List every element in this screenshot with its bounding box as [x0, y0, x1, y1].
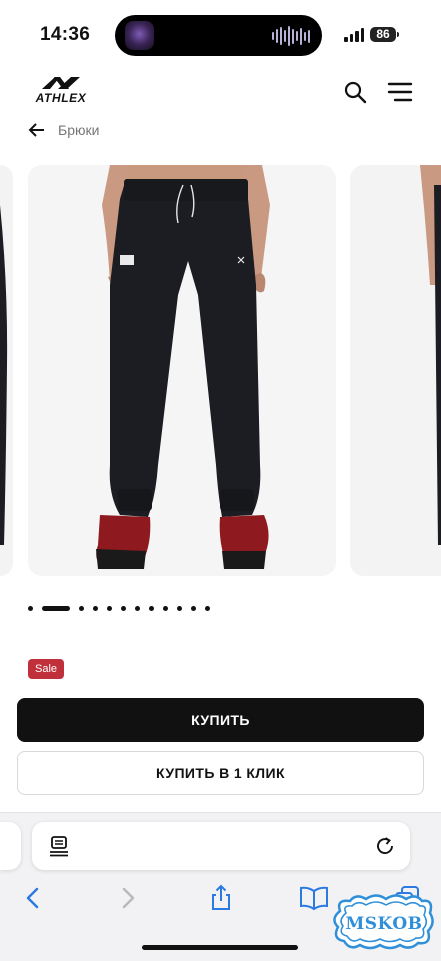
gallery-dot[interactable]	[107, 605, 112, 611]
browser-forward-button[interactable]	[113, 884, 141, 912]
svg-text:MSKOB: MSKOB	[345, 914, 422, 934]
back-button[interactable]	[28, 122, 46, 138]
mskob-stamp-icon: MSKOB	[333, 894, 434, 950]
now-playing-artwork	[125, 21, 154, 50]
product-image-partial	[350, 165, 441, 576]
previous-tab-address-bar[interactable]	[0, 822, 21, 870]
brand-logo[interactable]: ATHLEX	[28, 76, 94, 105]
bookmarks-button[interactable]	[299, 884, 328, 912]
gallery-dot[interactable]	[205, 605, 210, 611]
bookmarks-icon	[300, 886, 328, 911]
product-image[interactable]	[28, 165, 336, 576]
product-image-partial	[0, 205, 8, 545]
search-icon	[344, 81, 367, 104]
gallery-dot[interactable]	[163, 605, 168, 611]
hamburger-menu-icon	[387, 82, 413, 102]
athlex-logo-mark-icon	[42, 77, 80, 89]
watermark-stamp: MSKOB	[332, 893, 436, 951]
menu-button[interactable]	[387, 82, 413, 102]
gallery-pagination[interactable]	[28, 604, 210, 612]
forward-icon	[122, 887, 135, 909]
reload-icon[interactable]	[374, 835, 396, 857]
brand-logo-text: ATHLEX	[35, 91, 87, 105]
battery-nub	[397, 32, 399, 37]
gallery-next-slide[interactable]	[350, 165, 441, 576]
gallery-prev-slide[interactable]	[0, 165, 13, 576]
home-indicator[interactable]	[142, 945, 298, 950]
gallery-dot[interactable]	[191, 605, 196, 611]
audio-waveform-icon	[272, 26, 310, 46]
gallery-dot[interactable]	[177, 605, 182, 611]
share-icon	[212, 884, 230, 910]
cellular-signal-icon	[344, 28, 364, 42]
back-icon	[26, 887, 39, 909]
gallery-dot[interactable]	[28, 605, 33, 611]
buy-one-click-button[interactable]: КУПИТЬ В 1 КЛИК	[17, 751, 424, 795]
gallery-dot[interactable]	[93, 605, 98, 611]
address-bar[interactable]	[32, 822, 410, 870]
search-button[interactable]	[343, 80, 367, 104]
product-photo-jogger-pants	[28, 165, 336, 576]
breadcrumb-category[interactable]: Брюки	[58, 122, 99, 138]
gallery-dot[interactable]	[79, 605, 84, 611]
arrow-left-icon	[28, 123, 44, 137]
reader-mode-icon[interactable]	[49, 835, 69, 857]
battery-indicator: 86	[370, 27, 396, 42]
status-time: 14:36	[40, 24, 91, 45]
browser-back-button[interactable]	[20, 884, 48, 912]
dynamic-island[interactable]	[115, 15, 322, 56]
gallery-dot[interactable]	[135, 605, 140, 611]
buy-button[interactable]: КУПИТЬ	[17, 698, 424, 742]
gallery-dot[interactable]	[121, 605, 126, 611]
gallery-dot-active[interactable]	[42, 605, 70, 611]
gallery-dot[interactable]	[149, 605, 154, 611]
share-button[interactable]	[207, 884, 235, 912]
sale-badge: Sale	[28, 659, 65, 679]
